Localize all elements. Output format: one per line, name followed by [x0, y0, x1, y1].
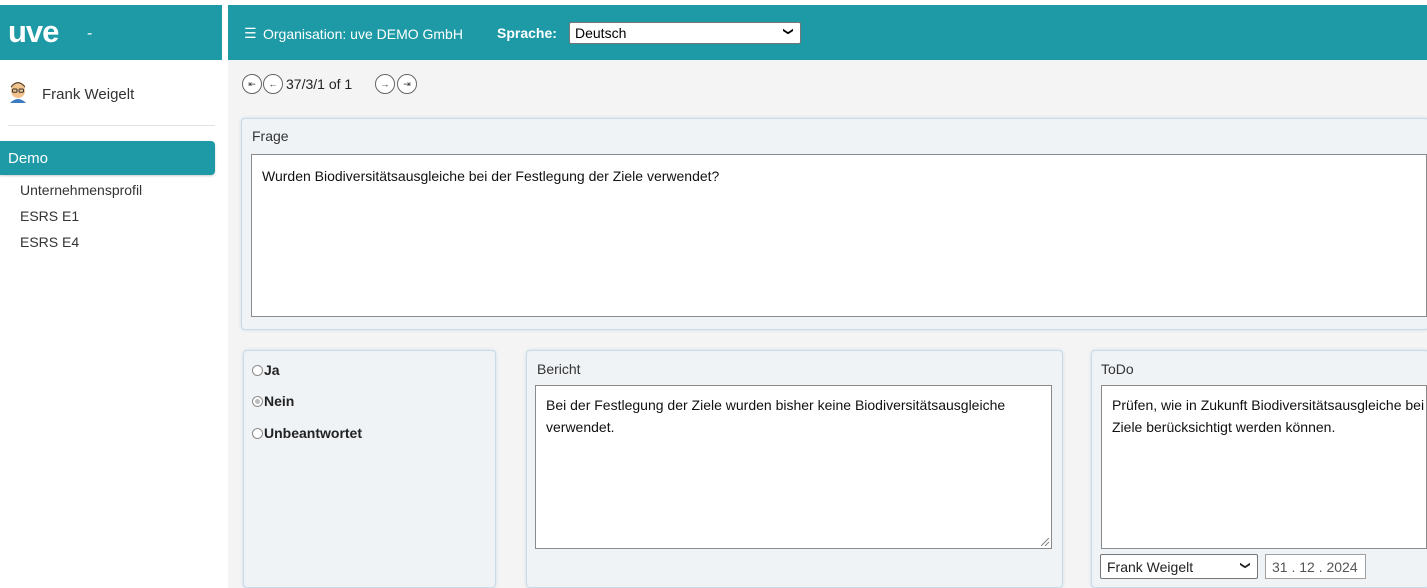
sidebar-divider	[8, 125, 215, 126]
organisation-label: Organisation: uve DEMO GmbH	[263, 26, 463, 42]
chevron-down-icon: ❯	[782, 27, 794, 36]
answer-label-unbeantwortet: Unbeantwortet	[264, 425, 362, 441]
question-text-content: Wurden Biodiversitätsausgleiche bei der …	[262, 168, 720, 184]
assignee-value: Frank Weigelt	[1107, 559, 1194, 575]
sidebar-item-label: Demo	[8, 150, 49, 167]
radio-nein[interactable]	[252, 395, 263, 407]
radio-ja[interactable]	[252, 364, 263, 376]
due-date-value: 31 . 12 . 2024	[1272, 559, 1358, 575]
hamburger-icon[interactable]: ☰	[244, 26, 257, 40]
todo-title: ToDo	[1101, 361, 1134, 377]
answer-option-nein[interactable]: Nein	[252, 393, 294, 409]
todo-text: Prüfen, wie in Zukunft Biodiversitätsaus…	[1112, 397, 1426, 435]
answer-option-ja[interactable]: Ja	[252, 362, 280, 378]
answer-option-unbeantwortet[interactable]: Unbeantwortet	[252, 425, 362, 441]
answer-panel	[243, 350, 496, 588]
last-page-icon[interactable]: ⇥	[397, 74, 417, 94]
prev-page-icon[interactable]: ←	[263, 74, 283, 94]
next-page-icon[interactable]: →	[375, 74, 395, 94]
assignee-select[interactable]: Frank Weigelt ❯	[1100, 554, 1258, 579]
radio-unbeantwortet[interactable]	[252, 427, 263, 439]
sidebar-item-esrs-e1[interactable]: ESRS E1	[20, 208, 79, 224]
question-title: Frage	[252, 128, 289, 144]
todo-textarea[interactable]: Prüfen, wie in Zukunft Biodiversitätsaus…	[1101, 385, 1427, 549]
top-bar: ☰ Organisation: uve DEMO GmbH Sprache: D…	[228, 5, 1427, 60]
resize-grip-icon[interactable]	[1041, 538, 1049, 546]
language-select[interactable]: Deutsch ❯	[569, 22, 801, 44]
user-avatar-icon	[10, 82, 26, 103]
sidebar	[0, 60, 222, 588]
uve-logo: uve	[8, 14, 59, 49]
sidebar-item-unternehmensprofil[interactable]: Unternehmensprofil	[20, 182, 142, 198]
question-text: Wurden Biodiversitätsausgleiche bei der …	[251, 154, 1427, 317]
sidebar-item-esrs-e4[interactable]: ESRS E4	[20, 234, 79, 250]
sidebar-item-demo[interactable]: Demo	[0, 141, 215, 175]
language-value: Deutsch	[575, 25, 627, 41]
user-name: Frank Weigelt	[42, 86, 135, 103]
first-page-icon[interactable]: ⇤	[242, 74, 262, 94]
language-label: Sprache:	[497, 25, 557, 41]
due-date-field[interactable]: 31 . 12 . 2024	[1265, 554, 1366, 579]
logo-area: uve -	[0, 5, 222, 60]
pager-position: 37/3/1 of 1	[286, 76, 353, 92]
report-textarea[interactable]: Bei der Festlegung der Ziele wurden bish…	[535, 385, 1052, 549]
chevron-down-icon: ❯	[1239, 561, 1251, 570]
report-title: Bericht	[537, 361, 581, 377]
report-text: Bei der Festlegung der Ziele wurden bish…	[546, 397, 1006, 435]
answer-label-nein: Nein	[264, 393, 295, 409]
answer-label-ja: Ja	[264, 362, 280, 378]
logo-suffix: -	[87, 25, 93, 42]
